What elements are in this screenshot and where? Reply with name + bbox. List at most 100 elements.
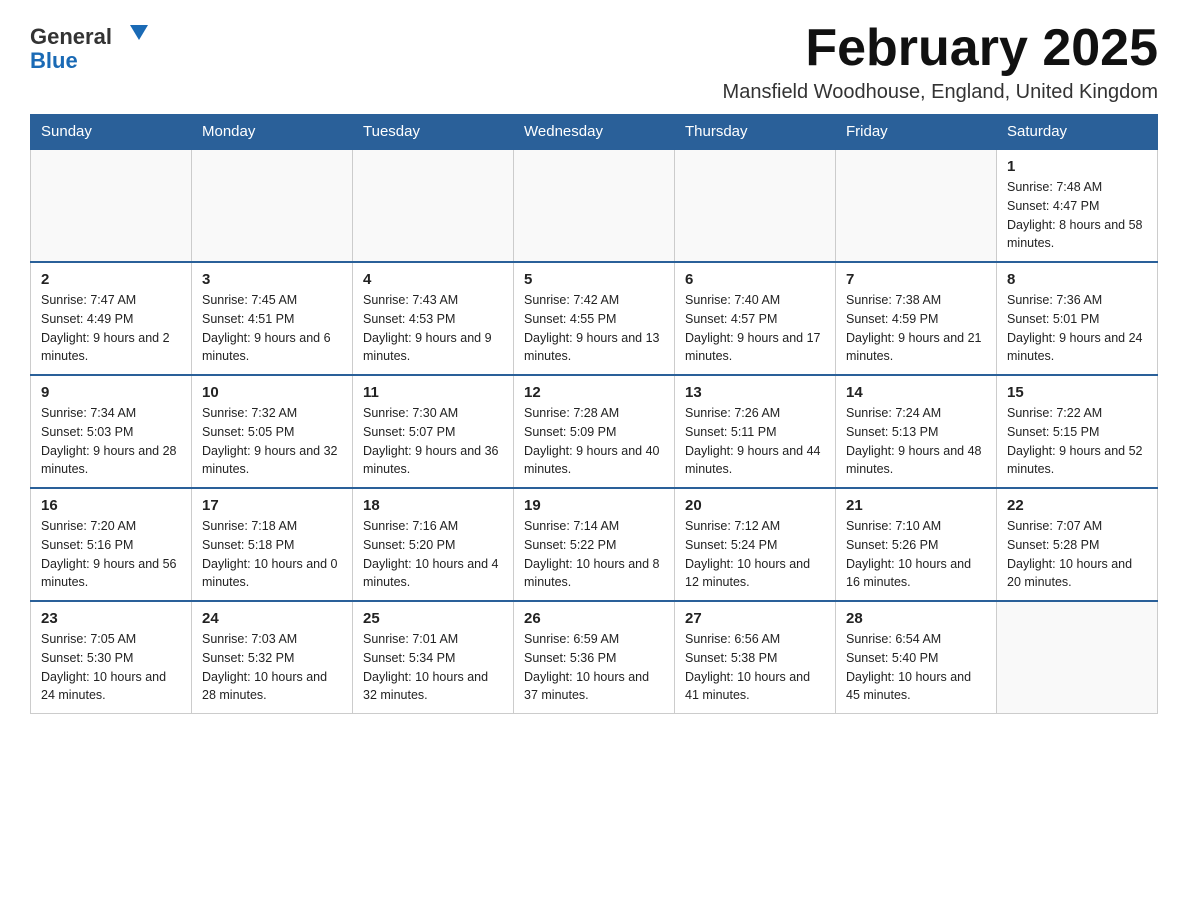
day-number: 27 — [685, 610, 825, 627]
calendar-week-5: 23Sunrise: 7:05 AMSunset: 5:30 PMDayligh… — [31, 601, 1158, 714]
day-info: Sunrise: 7:40 AMSunset: 4:57 PMDaylight:… — [685, 291, 825, 366]
day-number: 24 — [202, 610, 342, 627]
header-sunday: Sunday — [31, 115, 192, 150]
day-number: 7 — [846, 271, 986, 288]
logo: General Blue — [30, 20, 150, 75]
calendar-cell — [31, 149, 192, 262]
calendar-cell: 23Sunrise: 7:05 AMSunset: 5:30 PMDayligh… — [31, 601, 192, 714]
day-info: Sunrise: 7:34 AMSunset: 5:03 PMDaylight:… — [41, 404, 181, 479]
day-number: 8 — [1007, 271, 1147, 288]
day-number: 11 — [363, 384, 503, 401]
calendar-cell: 2 Sunrise: 7:47 AMSunset: 4:49 PMDaylight… — [31, 262, 192, 375]
calendar-cell: 21 Sunrise: 7:10 AMSunset: 5:26 PMDayligh… — [836, 488, 997, 601]
calendar-cell: 20Sunrise: 7:12 AMSunset: 5:24 PMDayligh… — [675, 488, 836, 601]
month-title: February 2025 — [723, 20, 1158, 77]
day-number: 5 — [524, 271, 664, 288]
calendar-cell: 9 Sunrise: 7:34 AMSunset: 5:03 PMDaylight… — [31, 375, 192, 488]
day-number: 4 — [363, 271, 503, 288]
day-number: 3 — [202, 271, 342, 288]
title-block: February 2025 Mansfield Woodhouse, Engla… — [723, 20, 1158, 104]
calendar-cell — [192, 149, 353, 262]
day-number: 21 — [846, 497, 986, 514]
day-number: 10 — [202, 384, 342, 401]
calendar-cell: 8 Sunrise: 7:36 AMSunset: 5:01 PMDaylight… — [997, 262, 1158, 375]
day-info: Sunrise: 7:16 AMSunset: 5:20 PMDaylight:… — [363, 517, 503, 592]
header-saturday: Saturday — [997, 115, 1158, 150]
day-info: Sunrise: 7:22 AMSunset: 5:15 PMDaylight:… — [1007, 404, 1147, 479]
calendar-cell: 4Sunrise: 7:43 AMSunset: 4:53 PMDaylight… — [353, 262, 514, 375]
calendar-week-3: 9 Sunrise: 7:34 AMSunset: 5:03 PMDaylight… — [31, 375, 1158, 488]
header-monday: Monday — [192, 115, 353, 150]
day-info: Sunrise: 6:54 AMSunset: 5:40 PMDaylight:… — [846, 630, 986, 705]
day-number: 22 — [1007, 497, 1147, 514]
day-info: Sunrise: 7:24 AMSunset: 5:13 PMDaylight:… — [846, 404, 986, 479]
day-number: 1 — [1007, 158, 1147, 175]
calendar-cell: 16 Sunrise: 7:20 AMSunset: 5:16 PMDayligh… — [31, 488, 192, 601]
calendar-cell: 6 Sunrise: 7:40 AMSunset: 4:57 PMDaylight… — [675, 262, 836, 375]
day-info: Sunrise: 7:36 AMSunset: 5:01 PMDaylight:… — [1007, 291, 1147, 366]
header-wednesday: Wednesday — [514, 115, 675, 150]
day-info: Sunrise: 7:01 AMSunset: 5:34 PMDaylight:… — [363, 630, 503, 705]
day-number: 28 — [846, 610, 986, 627]
calendar-cell: 12 Sunrise: 7:28 AMSunset: 5:09 PMDayligh… — [514, 375, 675, 488]
header-tuesday: Tuesday — [353, 115, 514, 150]
day-info: Sunrise: 7:10 AMSunset: 5:26 PMDaylight:… — [846, 517, 986, 592]
calendar-cell — [514, 149, 675, 262]
day-number: 12 — [524, 384, 664, 401]
calendar-cell: 18 Sunrise: 7:16 AMSunset: 5:20 PMDayligh… — [353, 488, 514, 601]
calendar-cell — [836, 149, 997, 262]
calendar-cell: 28 Sunrise: 6:54 AMSunset: 5:40 PMDayligh… — [836, 601, 997, 714]
day-number: 26 — [524, 610, 664, 627]
page-header: General Blue February 2025 Mansfield Woo… — [30, 20, 1158, 104]
day-number: 13 — [685, 384, 825, 401]
calendar-cell: 22 Sunrise: 7:07 AMSunset: 5:28 PMDayligh… — [997, 488, 1158, 601]
calendar-cell: 25 Sunrise: 7:01 AMSunset: 5:34 PMDayligh… — [353, 601, 514, 714]
calendar-cell: 27Sunrise: 6:56 AMSunset: 5:38 PMDayligh… — [675, 601, 836, 714]
day-info: Sunrise: 7:28 AMSunset: 5:09 PMDaylight:… — [524, 404, 664, 479]
day-number: 2 — [41, 271, 181, 288]
day-info: Sunrise: 7:30 AMSunset: 5:07 PMDaylight:… — [363, 404, 503, 479]
day-info: Sunrise: 7:42 AMSunset: 4:55 PMDaylight:… — [524, 291, 664, 366]
location: Mansfield Woodhouse, England, United Kin… — [723, 81, 1158, 104]
svg-text:General: General — [30, 24, 112, 49]
calendar-cell: 15 Sunrise: 7:22 AMSunset: 5:15 PMDayligh… — [997, 375, 1158, 488]
day-number: 25 — [363, 610, 503, 627]
calendar-cell: 11 Sunrise: 7:30 AMSunset: 5:07 PMDayligh… — [353, 375, 514, 488]
day-info: Sunrise: 7:14 AMSunset: 5:22 PMDaylight:… — [524, 517, 664, 592]
day-number: 16 — [41, 497, 181, 514]
day-number: 19 — [524, 497, 664, 514]
calendar-week-2: 2 Sunrise: 7:47 AMSunset: 4:49 PMDaylight… — [31, 262, 1158, 375]
calendar-cell: 14Sunrise: 7:24 AMSunset: 5:13 PMDayligh… — [836, 375, 997, 488]
calendar-table: Sunday Monday Tuesday Wednesday Thursday… — [30, 114, 1158, 714]
day-number: 17 — [202, 497, 342, 514]
calendar-cell: 7 Sunrise: 7:38 AMSunset: 4:59 PMDaylight… — [836, 262, 997, 375]
calendar-cell — [353, 149, 514, 262]
calendar-week-4: 16 Sunrise: 7:20 AMSunset: 5:16 PMDayligh… — [31, 488, 1158, 601]
day-info: Sunrise: 7:20 AMSunset: 5:16 PMDaylight:… — [41, 517, 181, 592]
svg-text:Blue: Blue — [30, 48, 78, 73]
day-number: 18 — [363, 497, 503, 514]
day-info: Sunrise: 7:18 AMSunset: 5:18 PMDaylight:… — [202, 517, 342, 592]
day-info: Sunrise: 7:12 AMSunset: 5:24 PMDaylight:… — [685, 517, 825, 592]
day-info: Sunrise: 7:38 AMSunset: 4:59 PMDaylight:… — [846, 291, 986, 366]
calendar-cell: 3Sunrise: 7:45 AMSunset: 4:51 PMDaylight… — [192, 262, 353, 375]
day-number: 23 — [41, 610, 181, 627]
calendar-cell: 1Sunrise: 7:48 AMSunset: 4:47 PMDaylight… — [997, 149, 1158, 262]
calendar-cell: 10Sunrise: 7:32 AMSunset: 5:05 PMDayligh… — [192, 375, 353, 488]
day-info: Sunrise: 7:26 AMSunset: 5:11 PMDaylight:… — [685, 404, 825, 479]
day-number: 9 — [41, 384, 181, 401]
header-thursday: Thursday — [675, 115, 836, 150]
day-number: 6 — [685, 271, 825, 288]
day-number: 15 — [1007, 384, 1147, 401]
calendar-cell: 24Sunrise: 7:03 AMSunset: 5:32 PMDayligh… — [192, 601, 353, 714]
day-info: Sunrise: 7:47 AMSunset: 4:49 PMDaylight:… — [41, 291, 181, 366]
day-info: Sunrise: 7:07 AMSunset: 5:28 PMDaylight:… — [1007, 517, 1147, 592]
calendar-cell: 5 Sunrise: 7:42 AMSunset: 4:55 PMDaylight… — [514, 262, 675, 375]
calendar-cell: 17 Sunrise: 7:18 AMSunset: 5:18 PMDayligh… — [192, 488, 353, 601]
calendar-cell — [675, 149, 836, 262]
calendar-cell: 13 Sunrise: 7:26 AMSunset: 5:11 PMDayligh… — [675, 375, 836, 488]
calendar-cell: 26Sunrise: 6:59 AMSunset: 5:36 PMDayligh… — [514, 601, 675, 714]
calendar-week-1: 1Sunrise: 7:48 AMSunset: 4:47 PMDaylight… — [31, 149, 1158, 262]
header-friday: Friday — [836, 115, 997, 150]
weekday-header-row: Sunday Monday Tuesday Wednesday Thursday… — [31, 115, 1158, 150]
